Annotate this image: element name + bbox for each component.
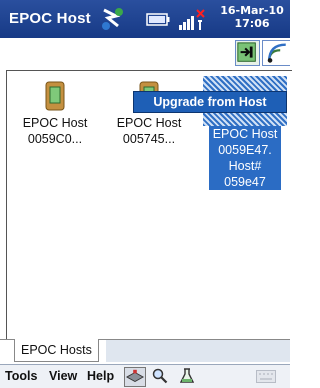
upgrade-from-host-menu-item[interactable]: Upgrade from Host (133, 91, 287, 113)
host-item[interactable]: EPOC Host 0059C0... (9, 71, 101, 147)
host-number-label: Host# (228, 159, 262, 173)
wireless-button[interactable] (262, 40, 290, 66)
menu-help[interactable]: Help (87, 369, 114, 383)
synchronize-icon (237, 42, 256, 62)
clock[interactable]: 16-Mar-10 17:06 (214, 4, 290, 30)
activesync-icon[interactable] (98, 4, 126, 34)
menu-view[interactable]: View (49, 369, 77, 383)
toolbar (0, 38, 290, 68)
tab-strip-background (106, 340, 290, 362)
battery-icon[interactable] (146, 13, 170, 26)
host-name: EPOC Host (116, 116, 182, 130)
host-id: 0059C0... (27, 132, 83, 146)
tab-epoc-hosts[interactable]: EPOC Hosts (14, 339, 99, 362)
synchronize-button[interactable] (235, 40, 260, 66)
host-number: 059e47 (224, 175, 266, 189)
menu-tools[interactable]: Tools (5, 369, 37, 383)
signal-strength-icon[interactable] (177, 9, 207, 31)
host-label: EPOC Host 005745... (115, 115, 184, 147)
host-menu-icon[interactable] (124, 367, 146, 387)
host-name: EPOC Host (212, 127, 278, 141)
search-icon[interactable] (152, 368, 168, 384)
handheld-device-icon (45, 81, 65, 111)
keyboard-icon[interactable] (256, 370, 276, 383)
app-title: EPOC Host (9, 10, 91, 27)
wireless-icon (267, 43, 286, 63)
clock-date: 16-Mar-10 (220, 4, 284, 17)
host-label: EPOC Host 0059E47. Host# 059e47 (208, 126, 282, 190)
title-bar: EPOC Host 16-Mar-10 17:06 (0, 0, 290, 38)
host-id: 0059E47. (218, 143, 272, 157)
lab-flask-icon[interactable] (180, 368, 194, 384)
host-item-selected[interactable]: EPOC Host 0059E47. Host# 059e47 (199, 71, 291, 190)
host-label: EPOC Host 0059C0... (21, 115, 90, 147)
host-id: 005745... (122, 132, 176, 146)
menu-bar: Tools View Help (0, 364, 290, 388)
tab-strip: EPOC Hosts (0, 339, 290, 364)
host-name: EPOC Host (22, 116, 88, 130)
clock-time: 17:06 (234, 17, 270, 30)
